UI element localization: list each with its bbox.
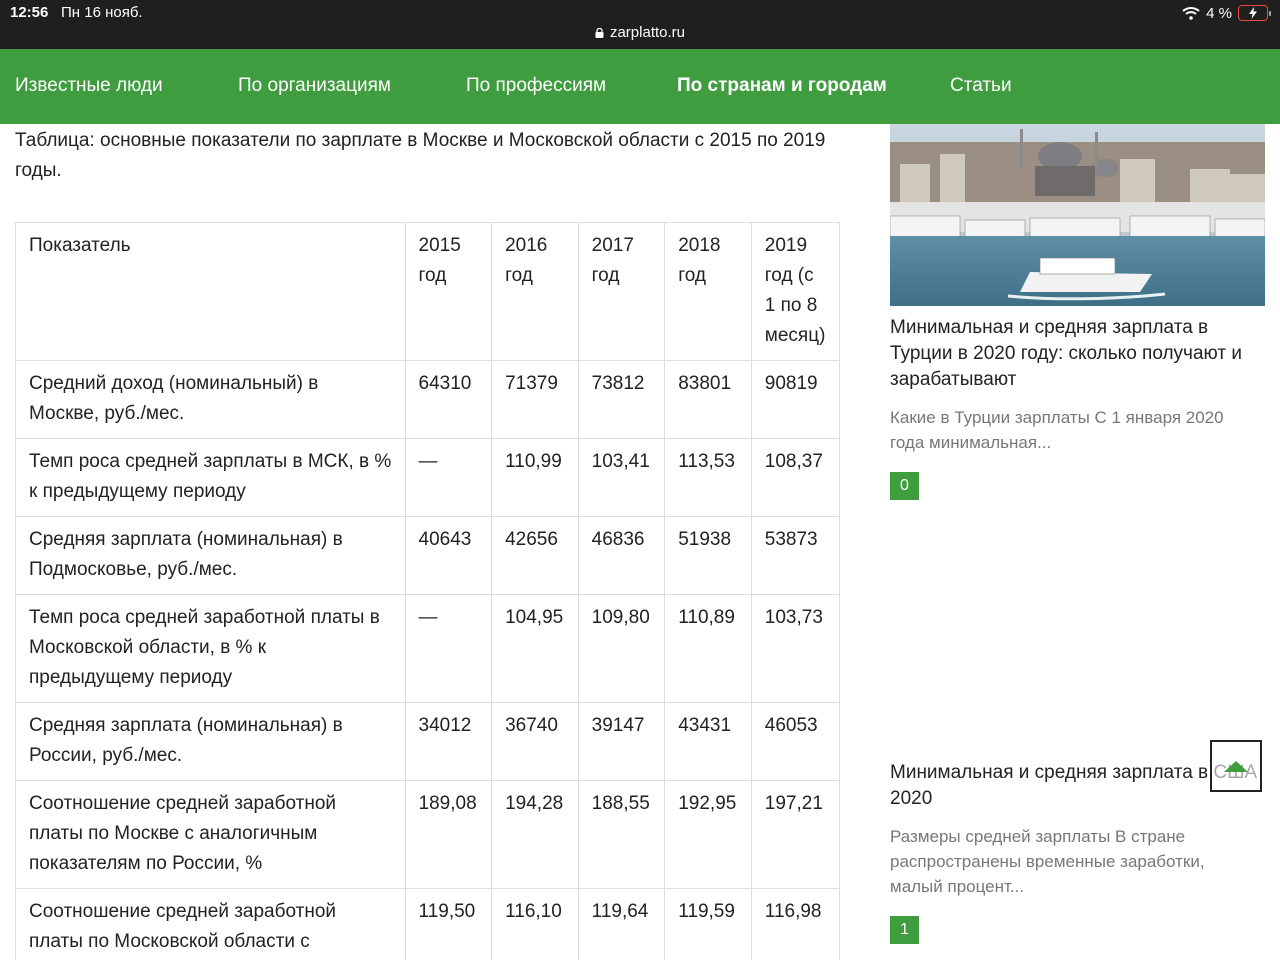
- table-cell: 108,37: [750, 438, 841, 517]
- table-cell: 119,50: [404, 888, 493, 960]
- table-row: Средняя зарплата (номинальная) в России,…: [15, 702, 841, 781]
- table-header-cell: Показатель: [15, 222, 406, 361]
- article-title-turkey[interactable]: Минимальная и средняя зарплата в Турции …: [890, 315, 1265, 393]
- table-caption: Таблица: основные показатели по зарплате…: [15, 130, 826, 181]
- table-cell: 119,59: [664, 888, 752, 960]
- table-cell: 51938: [664, 516, 752, 595]
- battery-percent: 4 %: [1206, 4, 1232, 22]
- article-title-usa[interactable]: Минимальная и средняя зарплата в США 202…: [890, 760, 1265, 812]
- table-row: Темп роса средней зарплаты в МСК, в % к …: [15, 438, 841, 517]
- table-cell: 119,64: [577, 888, 666, 960]
- table-cell: 40643: [404, 516, 493, 595]
- article-excerpt-usa: Размеры средней зарплаты В стране распро…: [890, 827, 1205, 896]
- clock: 12:56: [10, 4, 49, 21]
- nav-item-organizations[interactable]: По организациям: [238, 75, 391, 97]
- table-cell: Соотношение средней заработной платы по …: [15, 888, 406, 960]
- nav-item-professions[interactable]: По профессиям: [466, 75, 606, 97]
- table-cell: 197,21: [750, 780, 841, 889]
- address-bar[interactable]: zarplatto.ru: [0, 24, 1280, 41]
- table-cell: 64310: [404, 360, 493, 439]
- table-cell: 39147: [577, 702, 666, 781]
- battery-charging-icon: [1238, 5, 1271, 21]
- table-cell: 116,98: [750, 888, 841, 960]
- table-header-cell: 2017 год: [577, 222, 666, 361]
- table-cell: 73812: [577, 360, 666, 439]
- table-cell: Средний доход (номинальный) в Москве, ру…: [15, 360, 406, 439]
- table-cell: 103,41: [577, 438, 666, 517]
- table-row: Соотношение средней заработной платы по …: [15, 780, 841, 889]
- table-cell: 46836: [577, 516, 666, 595]
- table-cell: 192,95: [664, 780, 752, 889]
- table-cell: 43431: [664, 702, 752, 781]
- table-cell: 113,53: [664, 438, 752, 517]
- table-cell: —: [404, 438, 493, 517]
- table-cell: 109,80: [577, 594, 666, 703]
- table-header-cell: 2019 год (с 1 по 8 месяц): [750, 222, 841, 361]
- nav-item-countries-cities[interactable]: По странам и городам: [677, 75, 887, 97]
- table-cell: 46053: [750, 702, 841, 781]
- table-cell: Соотношение средней заработной платы по …: [15, 780, 406, 889]
- url-text: zarplatto.ru: [609, 24, 686, 41]
- table-cell: 34012: [404, 702, 493, 781]
- article-excerpt-turkey: Какие в Турции зарплаты С 1 января 2020 …: [890, 408, 1224, 452]
- table-header-cell: 2016 год: [491, 222, 579, 361]
- main-navigation: Известные люди По организациям По профес…: [0, 49, 1280, 124]
- article-thumbnail-istanbul[interactable]: [890, 124, 1265, 306]
- table-header-row: Показатель 2015 год 2016 год 2017 год 20…: [15, 222, 841, 361]
- nav-item-articles[interactable]: Статьи: [950, 75, 1012, 97]
- table-cell: 53873: [750, 516, 841, 595]
- nav-item-famous-people[interactable]: Известные люди: [15, 75, 163, 97]
- lock-icon: [595, 28, 604, 38]
- table-cell: 71379: [491, 360, 579, 439]
- table-cell: —: [404, 594, 493, 703]
- table-cell: 36740: [491, 702, 579, 781]
- table-cell: 42656: [491, 516, 579, 595]
- table-cell: 116,10: [491, 888, 579, 960]
- date: Пн 16 нояб.: [61, 4, 143, 21]
- table-row: Темп роса средней заработной платы в Мос…: [15, 594, 841, 703]
- table-cell: 90819: [750, 360, 841, 439]
- table-cell: Темп роса средней зарплаты в МСК, в % к …: [15, 438, 406, 517]
- table-header-cell: 2015 год: [404, 222, 493, 361]
- salary-table: Показатель 2015 год 2016 год 2017 год 20…: [15, 222, 841, 960]
- table-row: Средний доход (номинальный) в Москве, ру…: [15, 360, 841, 439]
- status-icons: 4 %: [1182, 3, 1271, 23]
- table-cell: 103,73: [750, 594, 841, 703]
- table-cell: Темп роса средней заработной платы в Мос…: [15, 594, 406, 703]
- comment-count-badge[interactable]: 1: [890, 916, 919, 944]
- table-header-cell: 2018 год: [664, 222, 752, 361]
- status-bar: 12:56 Пн 16 нояб. zarplatto.ru 4 %: [0, 0, 1280, 49]
- table-cell: 188,55: [577, 780, 666, 889]
- table-cell: 83801: [664, 360, 752, 439]
- table-cell: 194,28: [491, 780, 579, 889]
- table-row: Соотношение средней заработной платы по …: [15, 888, 841, 960]
- table-cell: 110,89: [664, 594, 752, 703]
- table-cell: 110,99: [491, 438, 579, 517]
- comment-count-badge[interactable]: 0: [890, 472, 919, 500]
- scroll-to-top-icon: [1224, 761, 1248, 772]
- table-row: Средняя зарплата (номинальная) в Подмоск…: [15, 516, 841, 595]
- table-cell: Средняя зарплата (номинальная) в России,…: [15, 702, 406, 781]
- table-cell: Средняя зарплата (номинальная) в Подмоск…: [15, 516, 406, 595]
- table-cell: 189,08: [404, 780, 493, 889]
- scroll-to-top-button[interactable]: [1210, 740, 1262, 792]
- wifi-icon: [1182, 7, 1200, 20]
- table-cell: 104,95: [491, 594, 579, 703]
